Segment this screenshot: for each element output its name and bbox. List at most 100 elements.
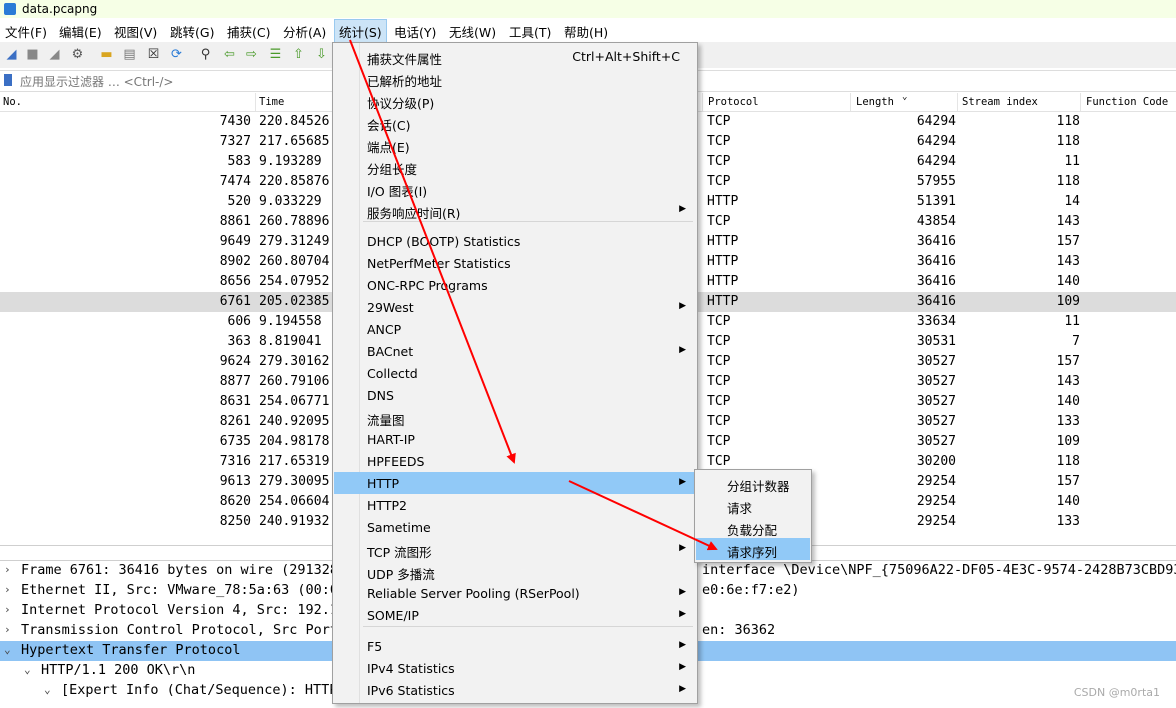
cell-time: 217.65685: [259, 134, 330, 149]
cell-time: 9.193289: [259, 154, 322, 169]
cell-no: 520: [227, 194, 251, 209]
cell-stream-index: 14: [1064, 194, 1080, 209]
menu-view[interactable]: 视图(V): [114, 22, 157, 41]
cell-no: 8250: [219, 514, 251, 529]
column-header-stream-index[interactable]: Stream index: [962, 96, 1038, 108]
cell-time: 240.91932: [259, 514, 330, 529]
menu-item[interactable]: DHCP (BOOTP) Statistics: [334, 230, 696, 252]
cell-protocol: TCP: [707, 134, 731, 149]
close-file-icon[interactable]: ☒: [146, 47, 161, 62]
menu-item[interactable]: HPFEEDS: [334, 450, 696, 472]
submenu-item[interactable]: 分组计数器: [696, 472, 810, 494]
reload-icon[interactable]: ⟳: [169, 47, 184, 62]
first-packet-icon[interactable]: ⇧: [291, 47, 306, 62]
cell-length: 36416: [916, 254, 956, 269]
menu-statistics[interactable]: 统计(S): [334, 19, 387, 44]
menu-item[interactable]: Reliable Server Pooling (RSerPool) ▶: [334, 582, 696, 604]
menu-item[interactable]: 流量图: [334, 406, 696, 428]
menu-item[interactable]: HTTP2: [334, 494, 696, 516]
stop-icon[interactable]: ■: [25, 47, 40, 62]
cell-no: 8620: [219, 494, 251, 509]
menu-item[interactable]: IPv4 Statistics ▶: [334, 657, 696, 679]
menu-item-label: HART-IP: [367, 432, 415, 447]
menu-item[interactable]: IPv6 Statistics ▶: [334, 679, 696, 701]
capture-options-gear-icon[interactable]: ⚙: [70, 47, 85, 62]
menu-item[interactable]: Collectd: [334, 362, 696, 384]
go-back-icon[interactable]: ⇦: [222, 47, 237, 62]
menu-item[interactable]: ONC-RPC Programs: [334, 274, 696, 296]
save-file-icon[interactable]: ▤: [122, 47, 137, 62]
display-filter-input[interactable]: 应用显示过滤器 … <Ctrl-/>: [20, 73, 173, 90]
menu-item[interactable]: ANCP: [334, 318, 696, 340]
menu-item[interactable]: 捕获文件属性 Ctrl+Alt+Shift+C: [334, 45, 696, 67]
menu-item[interactable]: HTTP ▶: [334, 472, 696, 494]
menu-help[interactable]: 帮助(H): [564, 22, 608, 41]
menu-item-label: 29West: [367, 300, 414, 315]
menu-capture[interactable]: 捕获(C): [227, 22, 270, 41]
submenu-item[interactable]: 请求序列: [696, 538, 810, 560]
submenu-item[interactable]: 请求: [696, 494, 810, 516]
cell-protocol: TCP: [707, 114, 731, 129]
menu-item[interactable]: TCP 流图形 ▶: [334, 538, 696, 560]
menu-item[interactable]: 分组长度: [334, 155, 696, 177]
menu-tools[interactable]: 工具(T): [509, 22, 551, 41]
shark-fin-start-icon[interactable]: ◢: [4, 47, 19, 62]
menu-bar: 文件(F) 编辑(E) 视图(V) 跳转(G) 捕获(C) 分析(A) 统计(S…: [0, 18, 1176, 44]
http-submenu: 分组计数器 请求负载分配 请求序列: [694, 469, 812, 563]
column-header-protocol[interactable]: Protocol: [708, 96, 759, 108]
cell-no: 7474: [219, 174, 251, 189]
go-forward-icon[interactable]: ⇨: [244, 47, 259, 62]
menu-item[interactable]: 服务响应时间(R) ▶: [334, 199, 696, 221]
menu-item[interactable]: 端点(E): [334, 133, 696, 155]
menu-item[interactable]: HART-IP: [334, 428, 696, 450]
menu-item[interactable]: 会话(C): [334, 111, 696, 133]
menu-item[interactable]: 已解析的地址: [334, 67, 696, 89]
cell-no: 8861: [219, 214, 251, 229]
menu-file[interactable]: 文件(F): [5, 22, 47, 41]
column-header-function-code[interactable]: Function Code: [1086, 96, 1168, 108]
menu-item[interactable]: DNS: [334, 384, 696, 406]
restart-icon[interactable]: ◢: [47, 47, 62, 62]
cell-time: 9.033229: [259, 194, 322, 209]
menu-item-label: Reliable Server Pooling (RSerPool): [367, 586, 580, 601]
cell-time: 260.79106: [259, 374, 330, 389]
cell-stream-index: 133: [1056, 414, 1080, 429]
menu-item[interactable]: 29West ▶: [334, 296, 696, 318]
menu-item[interactable]: SOME/IP ▶: [334, 604, 696, 626]
menu-item[interactable]: Sametime: [334, 516, 696, 538]
menu-item[interactable]: NetPerfMeter Statistics: [334, 252, 696, 274]
cell-protocol: TCP: [707, 454, 731, 469]
menu-item[interactable]: BACnet ▶: [334, 340, 696, 362]
menu-edit[interactable]: 编辑(E): [59, 22, 102, 41]
menu-item-label: IPv6 Statistics: [367, 683, 455, 698]
column-header-no[interactable]: No.: [3, 96, 22, 108]
menu-go[interactable]: 跳转(G): [170, 22, 214, 41]
cell-time: 220.84526: [259, 114, 330, 129]
open-folder-icon[interactable]: ▬: [99, 47, 114, 62]
menu-item-label: 会话(C): [367, 118, 411, 133]
cell-length: 43854: [916, 214, 956, 229]
cell-length: 30527: [916, 354, 956, 369]
submenu-item[interactable]: 负载分配: [696, 516, 810, 538]
column-header-length[interactable]: Length: [856, 96, 894, 108]
menu-wireless[interactable]: 无线(W): [449, 22, 496, 41]
last-packet-icon[interactable]: ⇩: [314, 47, 329, 62]
menu-item-label: HTTP: [367, 476, 399, 491]
menu-analyze[interactable]: 分析(A): [283, 22, 326, 41]
menu-item[interactable]: UDP 多播流: [334, 560, 696, 582]
bookmark-icon[interactable]: [4, 74, 12, 86]
cell-no: 9624: [219, 354, 251, 369]
column-header-time[interactable]: Time: [259, 96, 284, 108]
submenu-item-label: 负载分配: [727, 523, 778, 538]
menu-item[interactable]: I/O 图表(I): [334, 177, 696, 199]
find-packet-icon[interactable]: ⚲: [198, 47, 213, 62]
cell-length: 30527: [916, 434, 956, 449]
menu-item-label: ONC-RPC Programs: [367, 278, 488, 293]
menu-item-label: Sametime: [367, 520, 431, 535]
menu-item-label: Collectd: [367, 366, 418, 381]
go-to-packet-icon[interactable]: ☰: [268, 47, 283, 62]
menu-item[interactable]: 协议分级(P): [334, 89, 696, 111]
cell-stream-index: 140: [1056, 494, 1080, 509]
menu-telephony[interactable]: 电话(Y): [394, 22, 436, 41]
menu-item[interactable]: F5 ▶: [334, 635, 696, 657]
